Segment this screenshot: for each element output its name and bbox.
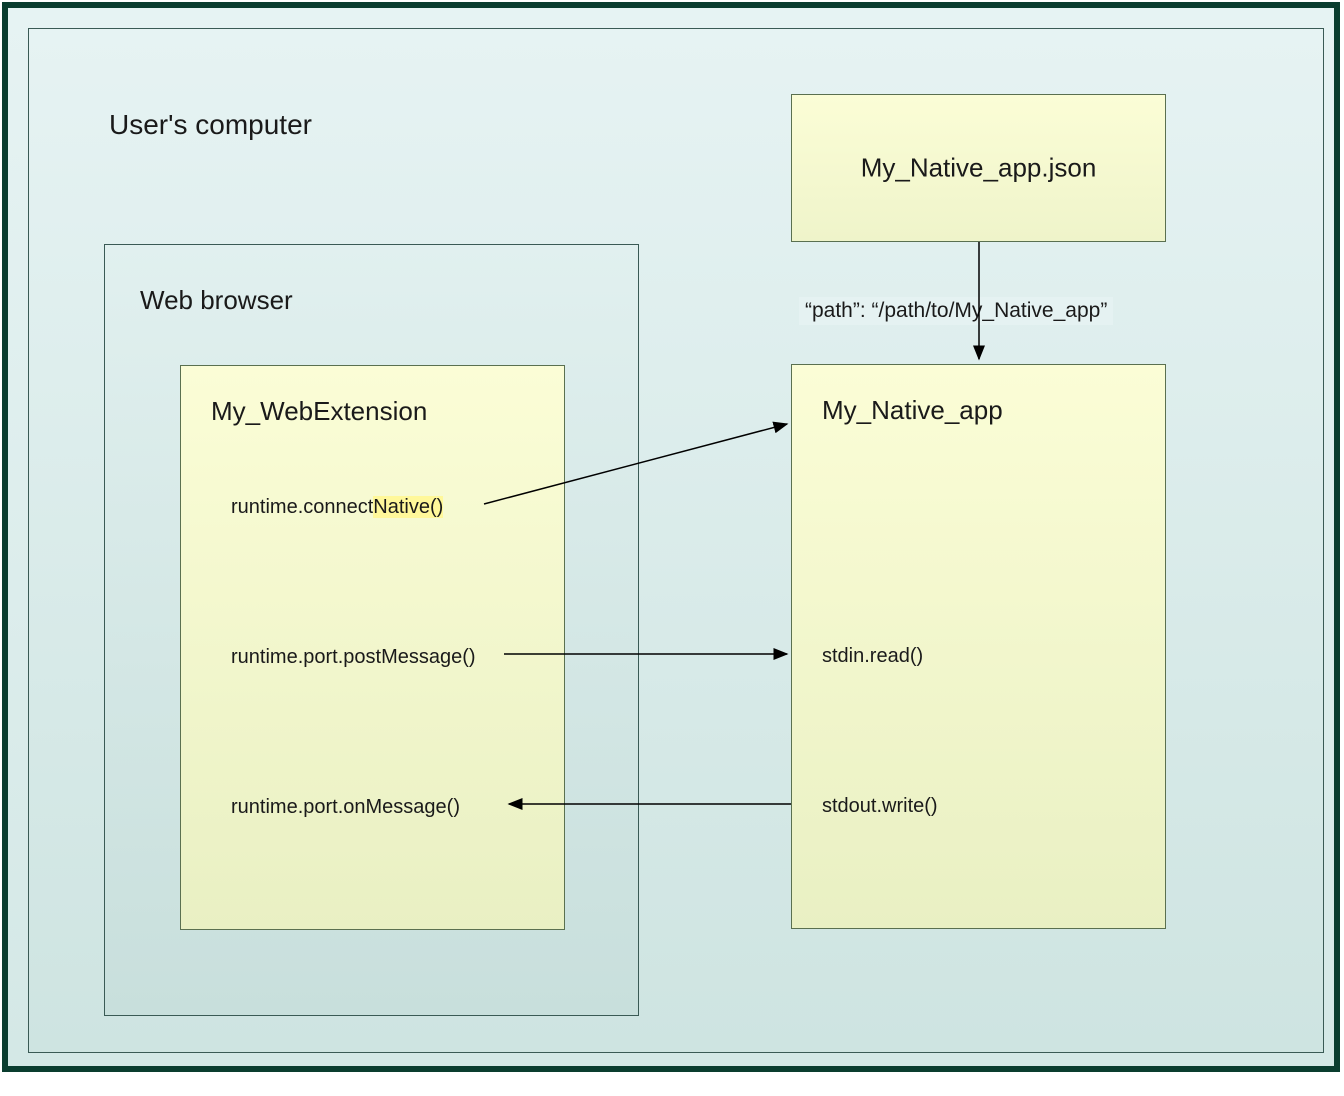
webextension-title: My_WebExtension	[211, 396, 427, 427]
stdin-read: stdin.read()	[822, 645, 923, 668]
api-connect-native: runtime.connectNative()	[231, 496, 443, 519]
native-manifest-title: My_Native_app.json	[792, 153, 1165, 184]
web-browser-label: Web browser	[140, 285, 293, 316]
web-browser-box: Web browser My_WebExtension runtime.conn…	[104, 244, 639, 1016]
user-computer-box: User's computer Web browser My_WebExtens…	[28, 28, 1324, 1053]
diagram-frame: User's computer Web browser My_WebExtens…	[2, 2, 1340, 1072]
native-app-title: My_Native_app	[822, 395, 1003, 426]
api-on-message: runtime.port.onMessage()	[231, 796, 460, 819]
native-manifest-box: My_Native_app.json	[791, 94, 1166, 242]
manifest-path-label: “path”: “/path/to/My_Native_app”	[799, 297, 1113, 325]
user-computer-label: User's computer	[109, 109, 312, 141]
native-app-box: My_Native_app stdin.read() stdout.write(…	[791, 364, 1166, 929]
stdout-write: stdout.write()	[822, 795, 938, 818]
webextension-box: My_WebExtension runtime.connectNative() …	[180, 365, 565, 930]
api-post-message: runtime.port.postMessage()	[231, 646, 476, 669]
